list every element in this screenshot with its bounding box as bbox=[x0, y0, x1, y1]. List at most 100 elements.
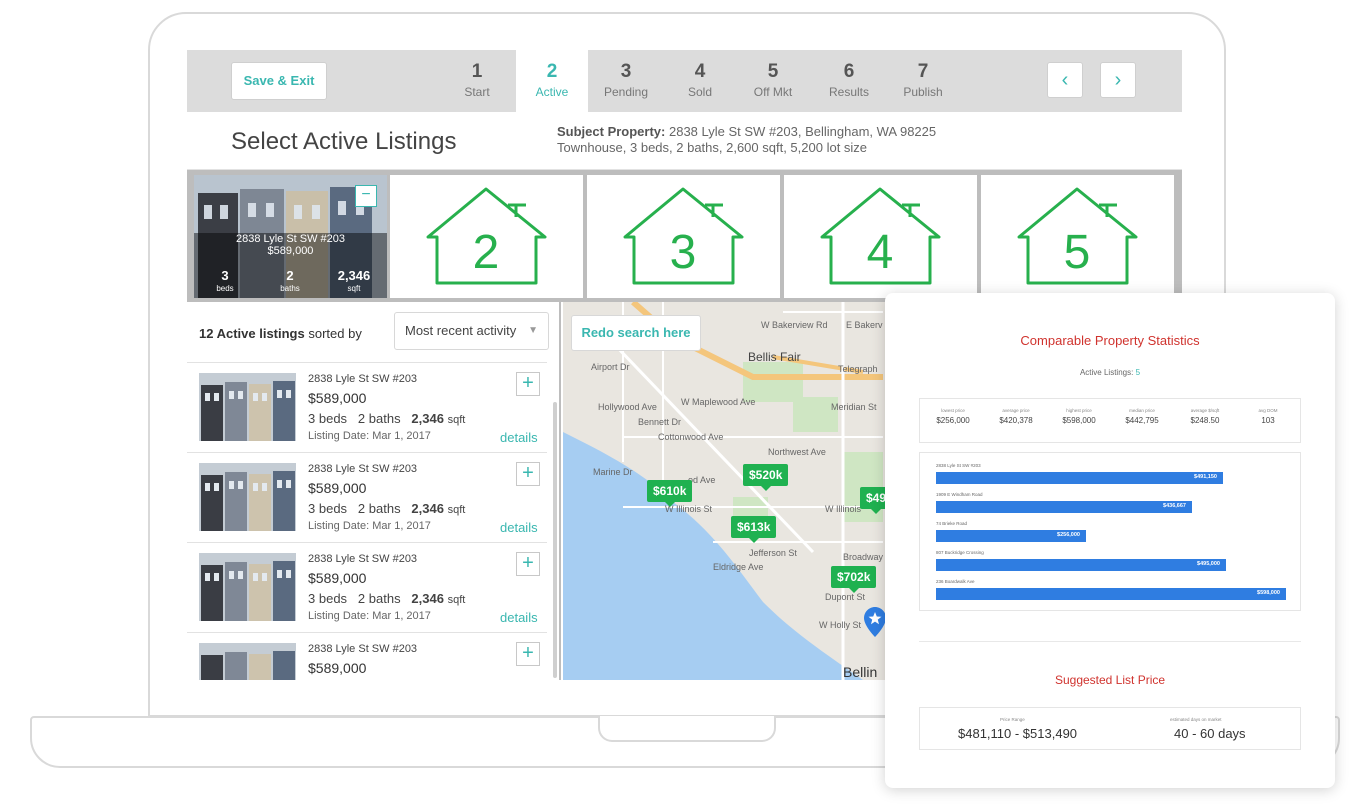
house-outline-icon: 4 bbox=[820, 187, 941, 285]
listing-item[interactable]: 2838 Lyle St SW #203 $589,000 3 beds 2 b… bbox=[187, 362, 547, 452]
listing-date: Listing Date: Mar 1, 2017 bbox=[308, 610, 431, 622]
listing-price: $589,000 bbox=[308, 390, 367, 406]
listing-details-link[interactable]: details bbox=[500, 520, 538, 535]
chevron-left-icon: ‹ bbox=[1061, 69, 1069, 91]
price-bar: $436,667 bbox=[936, 501, 1192, 513]
listings-panel: 12 Active listings sorted by Most recent… bbox=[187, 302, 561, 680]
listing-date: Listing Date: Mar 1, 2017 bbox=[308, 430, 431, 442]
map-label: Telegraph bbox=[838, 364, 878, 374]
bar-label: 236 Boardwalk Ave bbox=[936, 579, 975, 584]
map-price-pin[interactable]: $610k bbox=[647, 480, 693, 507]
step-start[interactable]: 1 Start bbox=[446, 50, 508, 112]
add-listing-button[interactable]: + bbox=[516, 642, 540, 666]
step-pending[interactable]: 3 Pending bbox=[595, 50, 657, 112]
listing-stats: 3 beds 2 baths 2,346 sqft bbox=[308, 591, 466, 606]
listing-stats: 3 beds 2 baths 2,346 sqft bbox=[308, 411, 466, 426]
map-label: Bellin bbox=[843, 664, 878, 680]
active-listings-count: Active Listings: 5 bbox=[1079, 368, 1141, 377]
empty-slot-2[interactable]: 2 bbox=[390, 175, 583, 298]
step-off-market[interactable]: 5 Off Mkt bbox=[742, 50, 804, 112]
listing-details-link[interactable]: details bbox=[500, 430, 538, 445]
map-label: Jefferson St bbox=[749, 548, 797, 558]
page-title: Select Active Listings bbox=[231, 128, 457, 155]
comparable-overlay: 2838 Lyle St SW #203 $589,000 3 beds 2 bat… bbox=[194, 233, 387, 298]
bar-label: 1909 E Windham Road bbox=[936, 492, 983, 497]
step-label: Sold bbox=[687, 85, 713, 99]
add-listing-button[interactable]: + bbox=[516, 462, 540, 486]
listing-stats: 3 beds 2 baths 2,346 sqft bbox=[308, 501, 466, 516]
map-price-pin[interactable]: $520k bbox=[743, 464, 789, 491]
add-listing-button[interactable]: + bbox=[516, 372, 540, 396]
add-listing-button[interactable]: + bbox=[516, 552, 540, 576]
stat-lowest-price: lowest price $256,000 bbox=[936, 408, 970, 425]
map-price-pin[interactable]: $613k bbox=[731, 516, 777, 543]
subject-details: Townhouse, 3 beds, 2 baths, 2,600 sqft, … bbox=[557, 140, 868, 155]
listing-item[interactable]: 2838 Lyle St SW #203 $589,000 3 beds 2 b… bbox=[187, 542, 547, 632]
comparable-address: 2838 Lyle St SW #203 bbox=[235, 233, 346, 245]
map-label: E Bakerv bbox=[846, 320, 883, 330]
bar-label: 807 Buckridge Crossing bbox=[936, 550, 984, 555]
step-label: Publish bbox=[903, 85, 943, 99]
map-label: Marine Dr bbox=[593, 467, 633, 477]
listing-address: 2838 Lyle St SW #203 bbox=[308, 463, 418, 475]
sort-dropdown[interactable]: Most recent activity ▼ bbox=[394, 312, 549, 350]
bar-value: $495,000 bbox=[1197, 561, 1220, 567]
step-label: Active bbox=[535, 85, 569, 99]
map-label: Broadway bbox=[843, 552, 884, 562]
step-publish[interactable]: 7 Publish bbox=[892, 50, 954, 112]
laptop-notch bbox=[598, 716, 776, 742]
listing-thumbnail bbox=[199, 373, 296, 441]
subject-label: Subject Property: bbox=[557, 124, 666, 139]
map-label: Bellis Fair bbox=[748, 350, 801, 364]
save-exit-button[interactable]: Save & Exit bbox=[231, 62, 327, 100]
subject-location-pin-icon[interactable] bbox=[864, 607, 886, 637]
stat-median-price: median price $442,795 bbox=[1125, 408, 1159, 425]
comparable-baths: 2 baths bbox=[280, 268, 300, 293]
suggested-price-title: Suggested List Price bbox=[1054, 673, 1166, 687]
listing-address: 2838 Lyle St SW #203 bbox=[308, 643, 418, 655]
divider bbox=[919, 641, 1301, 642]
step-label: Pending bbox=[603, 85, 649, 99]
map-price-pin[interactable]: $702k bbox=[831, 566, 877, 593]
redo-search-button[interactable]: Redo search here bbox=[571, 315, 701, 351]
step-sold[interactable]: 4 Sold bbox=[669, 50, 731, 112]
step-number: 5 bbox=[767, 61, 779, 82]
price-bar: $495,000 bbox=[936, 559, 1226, 571]
listing-price: $589,000 bbox=[308, 570, 367, 586]
price-bar: $491,150 bbox=[936, 472, 1223, 484]
empty-slot-3[interactable]: 3 bbox=[587, 175, 780, 298]
step-active[interactable]: 2 Active bbox=[516, 50, 588, 112]
house-outline-icon: 3 bbox=[623, 187, 744, 285]
step-number: 7 bbox=[917, 61, 929, 82]
step-number: 4 bbox=[694, 61, 706, 82]
price-bar: $598,000 bbox=[936, 588, 1286, 600]
listing-thumbnail bbox=[199, 463, 296, 531]
townhouse-photo bbox=[199, 463, 296, 531]
stat-average-price: average price $420,378 bbox=[999, 408, 1033, 425]
bar-value: $491,150 bbox=[1194, 474, 1217, 480]
listings-scrollbar[interactable] bbox=[553, 402, 557, 678]
stats-title: Comparable Property Statistics bbox=[1020, 333, 1200, 348]
step-number: 6 bbox=[843, 61, 855, 82]
step-label: Off Mkt bbox=[753, 85, 793, 99]
listing-price: $589,000 bbox=[308, 660, 367, 676]
empty-slot-4[interactable]: 4 bbox=[784, 175, 977, 298]
remove-comparable-button[interactable]: − bbox=[355, 185, 377, 207]
listing-date: Listing Date: Mar 1, 2017 bbox=[308, 520, 431, 532]
house-outline-icon: 2 bbox=[426, 187, 547, 285]
stat-avg-dom: avg DOM 103 bbox=[1258, 408, 1278, 425]
listing-details-link[interactable]: details bbox=[500, 610, 538, 625]
slot-number: 4 bbox=[867, 226, 894, 279]
listing-item[interactable]: 2838 Lyle St SW #203 $589,000 3 beds 2 b… bbox=[187, 452, 547, 542]
map-label: W Bakerview Rd bbox=[761, 320, 828, 330]
listing-thumbnail bbox=[199, 553, 296, 621]
stats-summary: lowest price $256,000 average price $420,3… bbox=[919, 398, 1301, 443]
empty-slot-5[interactable]: 5 bbox=[981, 175, 1174, 298]
step-results[interactable]: 6 Results bbox=[818, 50, 880, 112]
selected-comparable-card[interactable]: − 2838 Lyle St SW #203 $589,000 3 beds 2b… bbox=[194, 175, 387, 298]
townhouse-photo bbox=[199, 373, 296, 441]
prev-step-button[interactable]: ‹ bbox=[1047, 62, 1083, 98]
map-label: W Holly St bbox=[819, 620, 862, 630]
next-step-button[interactable]: › bbox=[1100, 62, 1136, 98]
listing-item[interactable]: 2838 Lyle St SW #203 $589,000 + bbox=[187, 632, 547, 680]
